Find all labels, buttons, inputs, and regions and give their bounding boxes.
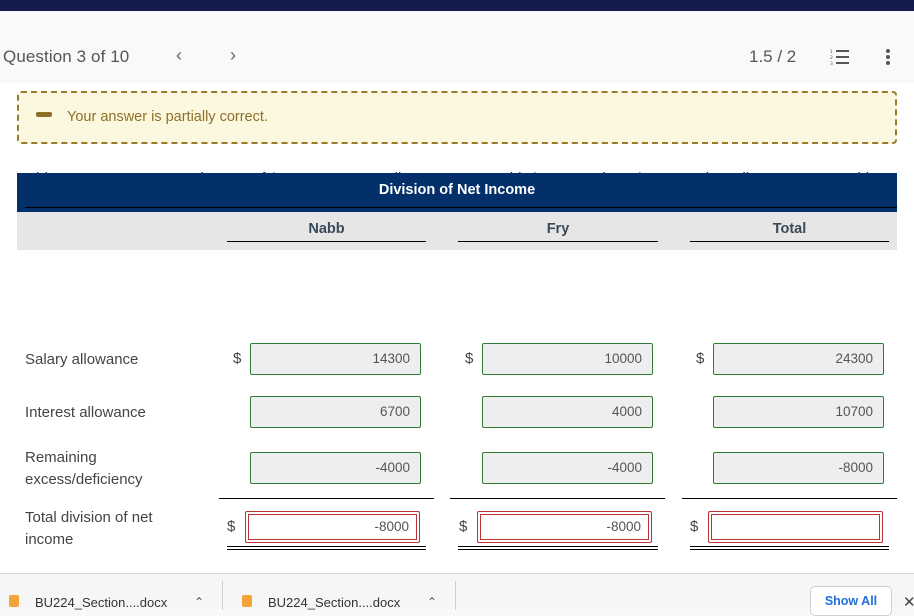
- input-interest-nabb[interactable]: 6700: [250, 396, 421, 428]
- currency-symbol: $: [465, 350, 474, 367]
- row-label-interest: Interest allowance: [25, 404, 146, 421]
- row-label-remaining: Remaining excess/deficiency: [25, 449, 143, 488]
- currency-symbol: $: [459, 518, 468, 535]
- table-title: Division of Net Income: [378, 182, 536, 198]
- row-label-salary: Salary allowance: [25, 351, 139, 368]
- input-remaining-total[interactable]: -8000: [713, 452, 884, 484]
- download-bar: BU224_Section....docx ⌃ BU224_Section...…: [0, 573, 914, 616]
- chevron-up-icon[interactable]: ⌃: [194, 595, 204, 609]
- close-icon[interactable]: ✕: [903, 593, 914, 611]
- chevron-right-icon[interactable]: ›: [230, 45, 236, 66]
- top-banner: [0, 0, 914, 11]
- subtotal-rule: [682, 498, 897, 499]
- question-header: Question 3 of 10 ‹ › 1.5 / 2 1 2 3: [0, 11, 914, 83]
- subtotal-rule: [219, 498, 434, 499]
- column-header-row: Nabb Fry Total: [17, 212, 897, 250]
- column-header-nabb: Nabb: [227, 221, 426, 242]
- currency-symbol: $: [227, 518, 236, 535]
- numbered-list-icon[interactable]: 1 2 3: [830, 49, 850, 65]
- divider: [455, 581, 456, 610]
- column-header-fry: Fry: [458, 221, 658, 242]
- question-page: Your answer is partially correct. Nabb &…: [0, 83, 914, 573]
- table-title-bar: Division of Net Income: [17, 173, 897, 212]
- input-salary-fry[interactable]: 10000: [482, 343, 653, 375]
- column-header-total: Total: [690, 221, 889, 242]
- document-icon: [242, 595, 252, 607]
- subtotal-rule: [450, 498, 665, 499]
- download-item[interactable]: BU224_Section....docx: [268, 595, 400, 610]
- input-salary-nabb[interactable]: 14300: [250, 343, 421, 375]
- download-item[interactable]: BU224_Section....docx: [35, 595, 167, 610]
- svg-text:3: 3: [830, 61, 833, 65]
- document-icon: [9, 595, 19, 607]
- minus-icon: [36, 112, 52, 117]
- row-label-total-division: Total division of net income: [25, 509, 153, 548]
- input-salary-total[interactable]: 24300: [713, 343, 884, 375]
- feedback-banner: Your answer is partially correct.: [17, 91, 897, 144]
- question-counter: Question 3 of 10: [3, 47, 130, 66]
- input-total-division-total[interactable]: [708, 511, 883, 543]
- total-double-rule: [458, 546, 658, 550]
- input-remaining-fry[interactable]: -4000: [482, 452, 653, 484]
- more-vertical-icon[interactable]: [884, 48, 892, 68]
- feedback-message: Your answer is partially correct.: [67, 109, 268, 125]
- input-total-division-nabb[interactable]: -8000: [245, 511, 420, 543]
- divider: [222, 581, 223, 610]
- total-double-rule: [690, 546, 889, 550]
- input-remaining-nabb[interactable]: -4000: [250, 452, 421, 484]
- show-all-button[interactable]: Show All: [810, 586, 892, 616]
- divider: [25, 207, 897, 208]
- currency-symbol: $: [233, 350, 242, 367]
- svg-text:2: 2: [830, 55, 833, 61]
- currency-symbol: $: [690, 518, 699, 535]
- input-interest-total[interactable]: 10700: [713, 396, 884, 428]
- score-display: 1.5 / 2: [749, 47, 797, 66]
- chevron-up-icon[interactable]: ⌃: [427, 595, 437, 609]
- input-interest-fry[interactable]: 4000: [482, 396, 653, 428]
- input-total-division-fry[interactable]: -8000: [477, 511, 652, 543]
- chevron-left-icon[interactable]: ‹: [176, 45, 182, 66]
- svg-text:1: 1: [830, 49, 833, 55]
- total-double-rule: [227, 546, 426, 550]
- currency-symbol: $: [696, 350, 705, 367]
